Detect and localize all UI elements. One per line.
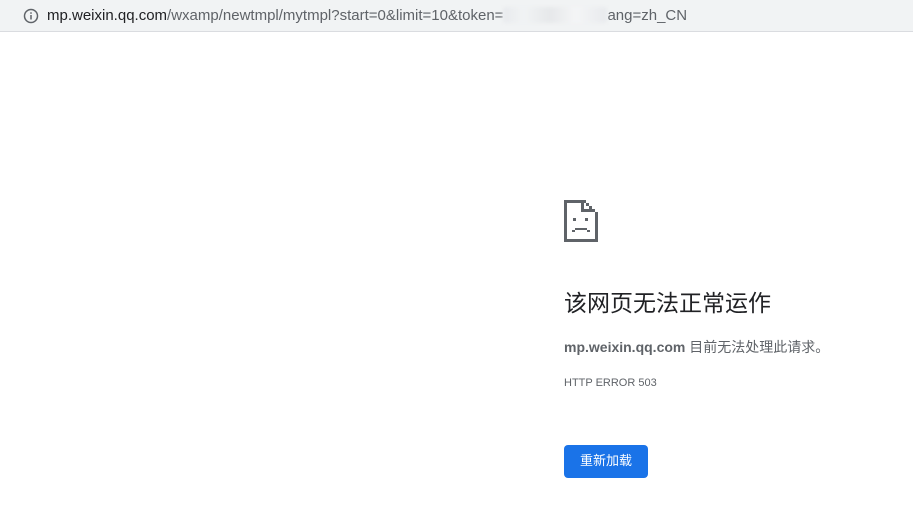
error-host: mp.weixin.qq.com bbox=[564, 339, 686, 355]
sad-document-icon bbox=[564, 200, 598, 242]
error-code: HTTP ERROR 503 bbox=[564, 377, 657, 389]
address-bar[interactable]: mp.weixin.qq.com/wxamp/newtmpl/mytmpl?st… bbox=[0, 0, 913, 32]
url-host: mp.weixin.qq.com bbox=[47, 7, 168, 24]
error-title: 该网页无法正常运作 bbox=[564, 291, 771, 317]
error-message: 目前无法处理此请求。 bbox=[685, 339, 830, 355]
url-field[interactable]: mp.weixin.qq.com/wxamp/newtmpl/mytmpl?st… bbox=[47, 7, 687, 25]
reload-button[interactable]: 重新加载 bbox=[564, 445, 648, 478]
redacted-token bbox=[503, 7, 608, 23]
url-tail: ang=zh_CN bbox=[607, 7, 688, 24]
url-path: /wxamp/newtmpl/mytmpl?start=0&limit=10&t… bbox=[167, 7, 504, 24]
info-icon[interactable] bbox=[23, 8, 39, 24]
error-description: mp.weixin.qq.com 目前无法处理此请求。 bbox=[564, 338, 829, 356]
